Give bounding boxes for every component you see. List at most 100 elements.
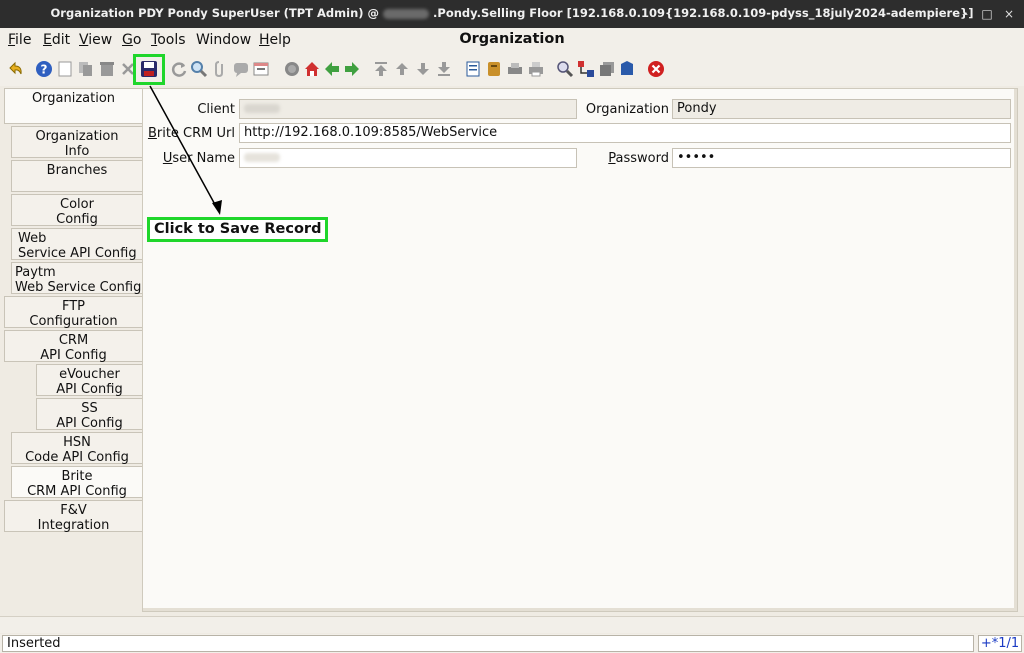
client-field[interactable] <box>239 99 577 119</box>
menu-hotkey: G <box>122 32 133 48</box>
redacted-text <box>244 104 280 113</box>
refresh-icon[interactable] <box>170 60 188 78</box>
tab-panel: Organization Organization Info Branches … <box>0 86 142 616</box>
tab-label: Branches <box>46 163 108 178</box>
menu-bar: File Edit View Go Tools Window Help Orga… <box>0 28 1024 52</box>
next-record-icon[interactable] <box>414 60 432 78</box>
tab-evoucher-api-config[interactable]: eVoucher API Config <box>36 364 142 397</box>
window-title-prefix: Organization PDY Pondy SuperUser (TPT Ad… <box>50 6 380 20</box>
chat-icon[interactable] <box>232 60 250 78</box>
tab-web-service-api-config[interactable]: Web Service API Config <box>11 228 142 261</box>
label-hotkey: U <box>162 151 173 166</box>
menu-label: Window <box>196 32 252 48</box>
back-icon[interactable] <box>323 60 341 78</box>
tab-label: Paytm Web Service Config <box>15 265 142 295</box>
tab-organization[interactable]: Organization <box>4 88 142 124</box>
tab-label: Organization <box>31 91 116 106</box>
menu-label: o <box>132 32 142 48</box>
close-window-button[interactable]: × <box>999 4 1019 24</box>
tab-hsn-code-api-config[interactable]: HSN Code API Config <box>11 432 142 465</box>
previous-record-icon[interactable] <box>393 60 411 78</box>
minimize-button[interactable]: – <box>955 4 975 24</box>
home-icon[interactable] <box>303 60 321 78</box>
process-icon[interactable] <box>598 60 616 78</box>
zoom-across-icon[interactable] <box>556 60 574 78</box>
brite-crm-url-label: Brite CRM Url <box>143 126 235 141</box>
redacted-text <box>383 8 430 19</box>
menu-hotkey: E <box>43 32 52 48</box>
svg-text:?: ? <box>41 63 48 77</box>
save-button-highlight <box>133 54 165 85</box>
undo-icon[interactable] <box>6 60 24 78</box>
menu-file[interactable]: File <box>8 32 31 48</box>
redacted-text <box>244 153 280 162</box>
username-input[interactable] <box>239 148 577 168</box>
maximize-button[interactable]: □ <box>977 4 997 24</box>
password-label: Password <box>563 151 669 166</box>
label-hotkey: P <box>608 151 616 166</box>
menu-label: dit <box>51 32 71 48</box>
archive-icon[interactable] <box>485 60 503 78</box>
status-bar-upper <box>0 616 1024 633</box>
menu-go[interactable]: Go <box>122 32 141 48</box>
tab-label: FTP Configuration <box>29 299 118 329</box>
delete-record-icon[interactable] <box>98 60 116 78</box>
status-message: Inserted <box>2 635 974 652</box>
tab-label: Color Config <box>56 197 98 227</box>
brite-crm-url-input[interactable]: http://192.168.0.109:8585/WebService <box>239 123 1011 143</box>
attachment-icon[interactable] <box>211 60 229 78</box>
menu-view[interactable]: View <box>79 32 112 48</box>
window-title-bar: Organization PDY Pondy SuperUser (TPT Ad… <box>0 0 1024 28</box>
client-label: Client <box>197 102 235 117</box>
copy-record-icon[interactable] <box>77 60 95 78</box>
password-input[interactable]: ••••• <box>672 148 1011 168</box>
tab-label: F&V Integration <box>37 503 110 533</box>
tab-organization-info[interactable]: Organization Info <box>11 126 142 159</box>
first-record-icon[interactable] <box>372 60 390 78</box>
report-icon[interactable] <box>464 60 482 78</box>
tab-label: CRM API Config <box>40 333 107 363</box>
tab-ss-api-config[interactable]: SS API Config <box>36 398 142 431</box>
tab-brite-crm-api-config[interactable]: Brite CRM API Config <box>11 466 142 499</box>
tab-paytm-web-service-config[interactable]: Paytm Web Service Config <box>11 262 142 295</box>
tab-branches[interactable]: Branches <box>11 160 142 192</box>
workflow-icon[interactable] <box>577 60 595 78</box>
menu-hotkey: V <box>79 32 89 48</box>
save-callout-label: Click to Save Record <box>147 217 329 242</box>
tab-label: SS API Config <box>56 401 123 431</box>
organization-label: Organization <box>585 102 669 117</box>
last-record-icon[interactable] <box>435 60 453 78</box>
menu-label: ools <box>157 32 186 48</box>
window-title-suffix: .Pondy.Selling Floor [192.168.0.109{192.… <box>433 6 974 20</box>
tab-ftp-configuration[interactable]: FTP Configuration <box>4 296 142 329</box>
tab-crm-api-config[interactable]: CRM API Config <box>4 330 142 363</box>
menu-hotkey: H <box>259 32 270 48</box>
label-text: rite CRM Url <box>156 126 235 141</box>
menu-help[interactable]: Help <box>259 32 291 48</box>
organization-field[interactable]: Pondy <box>672 99 1011 119</box>
product-info-icon[interactable] <box>618 60 636 78</box>
label-text: ser Name <box>172 151 235 166</box>
forward-icon[interactable] <box>343 60 361 78</box>
menu-window[interactable]: Window <box>196 32 251 48</box>
help-icon[interactable]: ? <box>35 60 53 78</box>
menu-edit[interactable]: Edit <box>43 32 70 48</box>
menu-tools[interactable]: Tools <box>151 32 186 48</box>
tab-label: HSN Code API Config <box>25 435 129 465</box>
exit-icon[interactable] <box>647 60 665 78</box>
tab-label: Web Service API Config <box>18 231 137 261</box>
new-record-icon[interactable] <box>56 60 74 78</box>
find-icon[interactable] <box>190 60 208 78</box>
label-hotkey: B <box>147 126 157 141</box>
home-gray-icon[interactable] <box>283 60 301 78</box>
tab-label: eVoucher API Config <box>56 367 123 397</box>
tab-label: Organization Info <box>35 129 119 159</box>
history-icon[interactable] <box>252 60 270 78</box>
record-count[interactable]: +*1/1 <box>978 635 1022 652</box>
window-title: Organization PDY Pondy SuperUser (TPT Ad… <box>0 6 1024 20</box>
tab-color-config[interactable]: Color Config <box>11 194 142 227</box>
print-preview-icon[interactable] <box>506 60 524 78</box>
menu-label: elp <box>269 32 291 48</box>
tab-fv-integration[interactable]: F&V Integration <box>4 500 142 533</box>
print-icon[interactable] <box>527 60 545 78</box>
